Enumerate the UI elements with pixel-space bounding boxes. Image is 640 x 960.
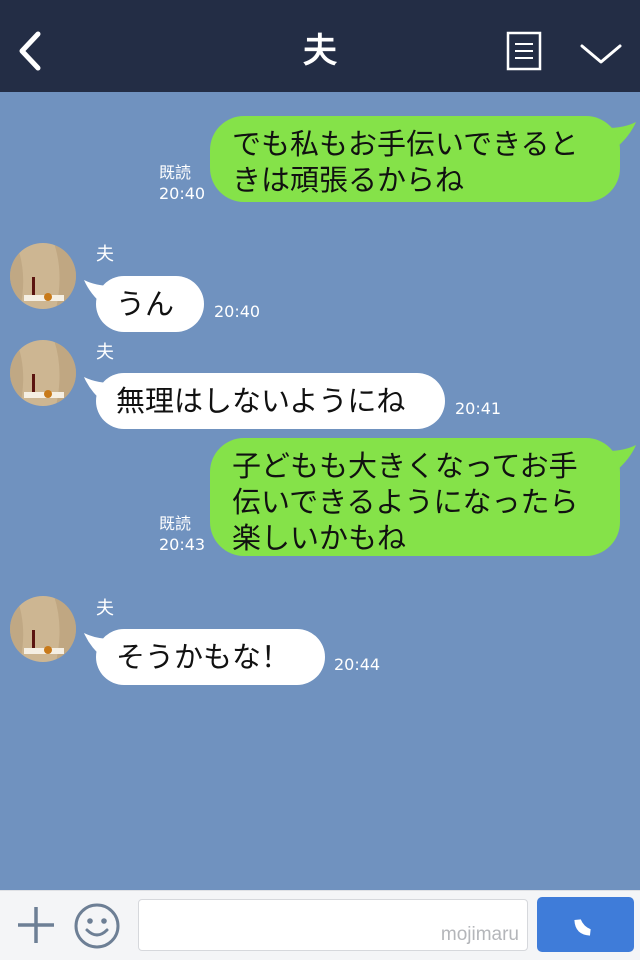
back-button[interactable] — [14, 30, 48, 72]
contact-avatar[interactable] — [10, 596, 76, 662]
read-receipt: 既読 20:43 — [159, 513, 205, 555]
call-button[interactable] — [537, 897, 634, 952]
read-label: 既読 — [159, 514, 192, 533]
avatar-image — [10, 340, 76, 406]
received-message-bubble[interactable]: 無理はしないようにね — [96, 373, 445, 429]
expand-menu-button[interactable] — [578, 38, 624, 68]
smiley-icon — [74, 903, 120, 949]
sent-message-bubble[interactable]: でも私もお手伝いできると きは頑張るからね — [210, 116, 620, 202]
message-time: 20:40 — [214, 302, 261, 321]
contact-avatar[interactable] — [10, 243, 76, 309]
read-label: 既読 — [159, 163, 192, 182]
chevron-left-icon — [19, 31, 41, 71]
notes-icon — [506, 31, 542, 71]
sender-name: 夫 — [96, 244, 114, 265]
chat-header: 夫 — [0, 0, 640, 92]
avatar-image — [10, 243, 76, 309]
message-time: 20:41 — [455, 399, 502, 418]
emoji-button[interactable] — [73, 902, 121, 950]
input-bar: mojimaru — [0, 890, 640, 960]
contact-avatar[interactable] — [10, 340, 76, 406]
chat-area[interactable]: 既読 20:40 でも私もお手伝いできると きは頑張るからね 夫 うん 20:4… — [0, 92, 640, 890]
sender-name: 夫 — [96, 342, 114, 363]
notes-button[interactable] — [506, 31, 542, 71]
message-input[interactable]: mojimaru — [138, 899, 528, 951]
message-time: 20:43 — [159, 535, 206, 554]
received-message-bubble[interactable]: そうかもな！ — [96, 629, 325, 685]
chevron-down-icon — [580, 44, 622, 64]
message-time: 20:44 — [334, 655, 381, 674]
sender-name: 夫 — [96, 598, 114, 619]
received-message-bubble[interactable]: うん — [96, 276, 204, 332]
phone-icon — [574, 919, 591, 936]
add-button[interactable] — [14, 903, 58, 947]
message-time: 20:40 — [159, 184, 206, 203]
read-receipt: 既読 20:40 — [159, 162, 205, 204]
chat-title: 夫 — [303, 31, 337, 71]
watermark-text: mojimaru — [440, 924, 519, 945]
plus-icon — [18, 907, 54, 943]
avatar-image — [10, 596, 76, 662]
sent-message-bubble[interactable]: 子どもも大きくなってお手 伝いできるようになったら 楽しいかもね — [210, 438, 620, 556]
